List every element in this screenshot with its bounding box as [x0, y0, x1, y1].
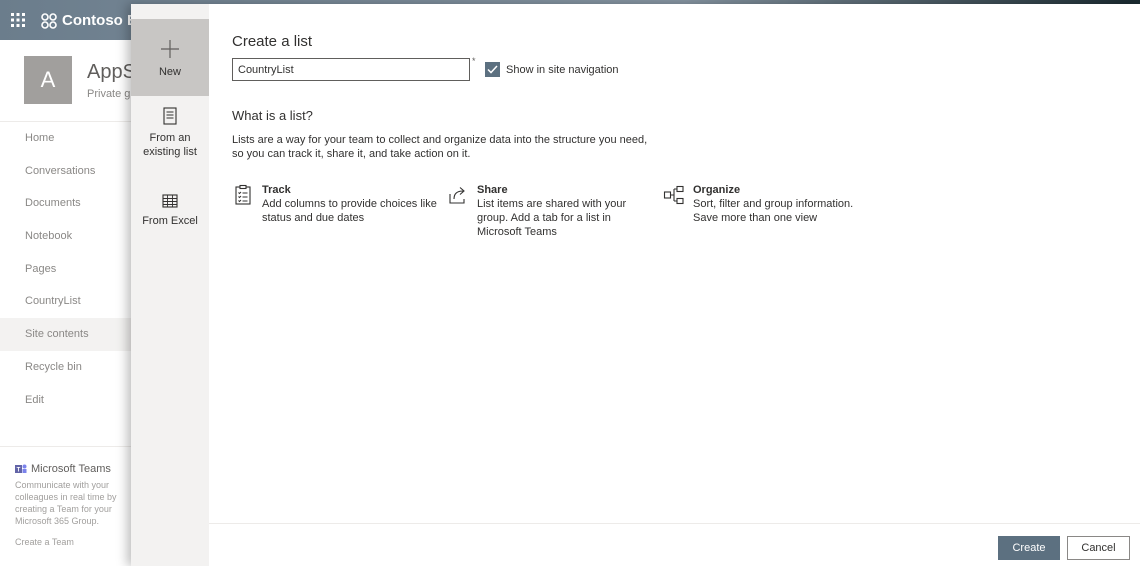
nav-item-conversations[interactable]: Conversations [0, 155, 135, 188]
required-marker: * [472, 56, 476, 66]
show-in-nav-label: Show in site navigation [506, 63, 619, 76]
teams-promo-desc: Communicate with your colleagues in real… [15, 480, 117, 526]
feature-share-desc: List items are shared with your group. A… [477, 198, 627, 238]
feature-organize: Organize Sort, filter and group informat… [663, 184, 883, 225]
feature-track-title: Track [262, 184, 291, 196]
feature-organize-desc: Sort, filter and group information. Save… [693, 198, 854, 224]
feature-track: Track Add columns to provide choices lik… [232, 184, 442, 225]
tab-new-label: New [158, 66, 181, 78]
nav-item-documents[interactable]: Documents [0, 187, 135, 220]
teams-promo-header: T Microsoft Teams [15, 463, 135, 475]
nav-item-pages[interactable]: Pages [0, 253, 135, 286]
app-launcher-icon[interactable] [10, 12, 26, 28]
panel-footer: Create Cancel [209, 523, 1140, 566]
nav-item-home[interactable]: Home [0, 122, 135, 155]
site-privacy: Private gr [87, 88, 135, 100]
site-name[interactable]: AppS [87, 61, 136, 84]
plus-icon [161, 40, 179, 58]
feature-share-title: Share [477, 184, 508, 196]
feature-track-desc: Add columns to provide choices like stat… [262, 198, 437, 224]
nav-item-site-contents[interactable]: Site contents [0, 318, 135, 351]
site-left-nav: Home Conversations Documents Notebook Pa… [0, 121, 135, 416]
create-button[interactable]: Create [998, 536, 1060, 560]
feature-organize-text: Organize Sort, filter and group informat… [693, 184, 863, 225]
svg-text:T: T [17, 468, 21, 474]
list-document-icon [163, 107, 177, 125]
checkbox-box[interactable] [485, 62, 500, 77]
create-list-content: Create a list * Show in site navigation … [209, 4, 1140, 566]
tab-new[interactable]: New [131, 19, 209, 96]
tab-from-excel[interactable]: From Excel [131, 194, 209, 238]
nav-item-countrylist[interactable]: CountryList [0, 285, 135, 318]
feature-track-text: Track Add columns to provide choices lik… [262, 184, 437, 225]
teams-icon: T [15, 464, 27, 474]
organize-hierarchy-icon [663, 185, 684, 205]
checkmark-icon [487, 65, 498, 74]
feature-share: Share List items are shared with your gr… [447, 184, 657, 239]
tab-from-excel-label: From Excel [142, 215, 198, 227]
template-tabs: New From an existing list From Excel [131, 4, 209, 566]
feature-share-text: Share List items are shared with your gr… [477, 184, 632, 239]
share-icon [449, 187, 465, 204]
create-team-link[interactable]: Create a Team [15, 537, 135, 547]
nav-item-recycle-bin[interactable]: Recycle bin [0, 351, 135, 384]
cancel-button[interactable]: Cancel [1067, 536, 1130, 560]
panel-title: Create a list [232, 33, 313, 50]
tab-from-existing-list-label: From an existing list [143, 132, 197, 158]
clipboard-checklist-icon [235, 184, 251, 205]
nav-item-notebook[interactable]: Notebook [0, 220, 135, 253]
nav-item-edit[interactable]: Edit [0, 384, 135, 417]
teams-promo: T Microsoft Teams Communicate with your … [0, 446, 135, 547]
site-avatar[interactable]: A [24, 56, 72, 104]
list-name-input[interactable] [232, 58, 470, 81]
tab-from-existing-list[interactable]: From an existing list [131, 107, 209, 167]
show-in-nav-checkbox[interactable]: Show in site navigation [485, 62, 619, 77]
excel-table-icon [162, 194, 178, 208]
what-is-list-title: What is a list? [232, 108, 313, 123]
feature-organize-title: Organize [693, 184, 741, 196]
what-is-list-desc: Lists are a way for your team to collect… [232, 134, 648, 160]
brand-logo-icon [41, 13, 57, 29]
teams-promo-title: Microsoft Teams [31, 463, 111, 475]
